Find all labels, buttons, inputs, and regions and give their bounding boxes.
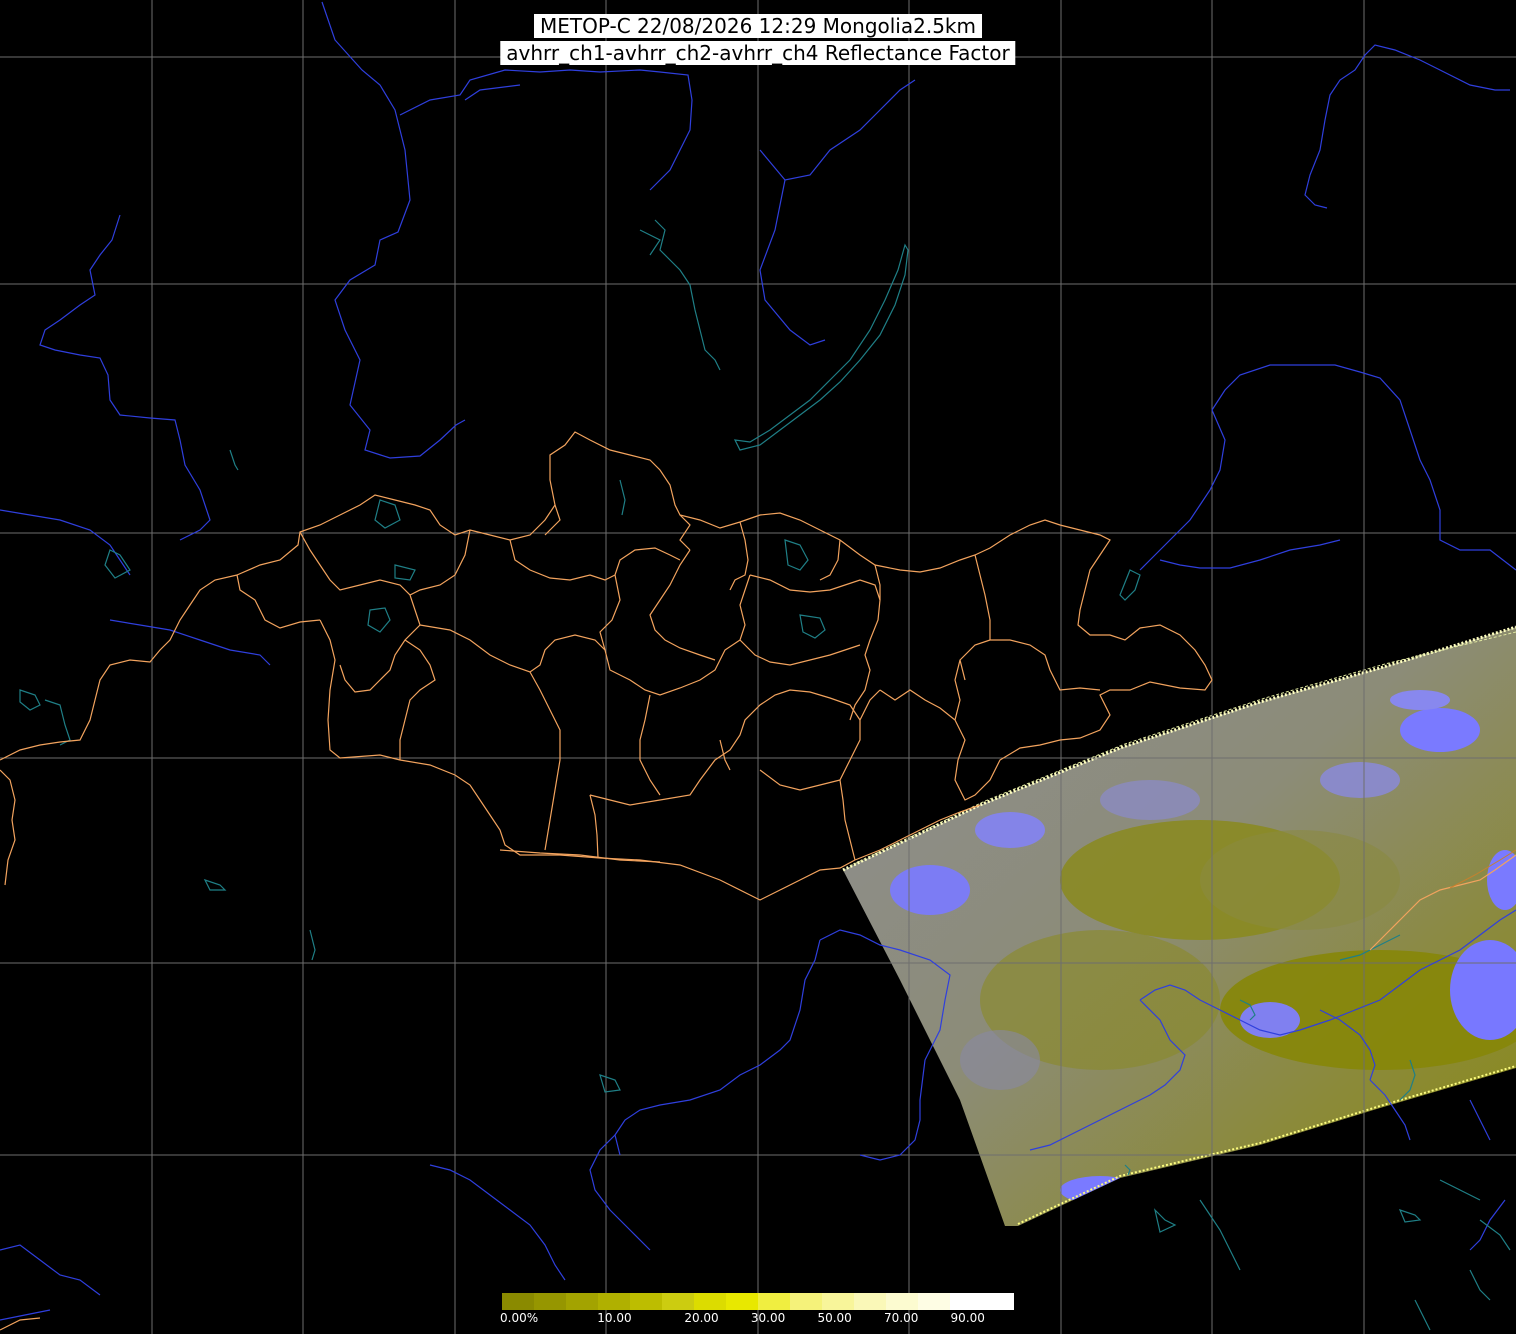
legend-swatch (598, 1293, 630, 1310)
legend-tick-label: 30.00 (750, 1311, 786, 1325)
legend-swatch (694, 1293, 726, 1310)
legend-swatch (726, 1293, 758, 1310)
legend-tick-label: 20.00 (684, 1311, 719, 1325)
legend-swatch (822, 1293, 854, 1310)
legend-colorbar (502, 1293, 1014, 1310)
legend-swatch (790, 1293, 822, 1310)
legend-tick-label: 50.00 (817, 1311, 852, 1325)
legend-tick-label: 10.00 (597, 1311, 632, 1325)
legend-swatch (918, 1293, 950, 1310)
title-line-2: avhrr_ch1-avhrr_ch2-avhrr_ch4 Reflectanc… (500, 41, 1016, 65)
legend-tick-label: 90.00 (950, 1311, 985, 1325)
map-canvas (0, 0, 1516, 1334)
legend-swatch (758, 1293, 790, 1310)
legend-swatch (886, 1293, 918, 1310)
legend-tick-label: 70.00 (884, 1311, 919, 1325)
legend-swatch (534, 1293, 566, 1310)
legend-tick-label: 0.00% (500, 1311, 539, 1325)
legend-swatch (662, 1293, 694, 1310)
legend-swatch (982, 1293, 1014, 1310)
satellite-swath (842, 625, 1516, 1226)
satellite-map-view: METOP-C 22/08/2026 12:29 Mongolia2.5km a… (0, 0, 1516, 1334)
legend-swatch (566, 1293, 598, 1310)
legend-swatch (502, 1293, 534, 1310)
legend-swatch (630, 1293, 662, 1310)
legend-swatch (950, 1293, 982, 1310)
color-legend: 0.00% 10.00 20.00 30.00 50.00 70.00 90.00 (500, 1293, 1014, 1334)
title-line-1: METOP-C 22/08/2026 12:29 Mongolia2.5km (534, 14, 982, 38)
legend-swatch (854, 1293, 886, 1310)
